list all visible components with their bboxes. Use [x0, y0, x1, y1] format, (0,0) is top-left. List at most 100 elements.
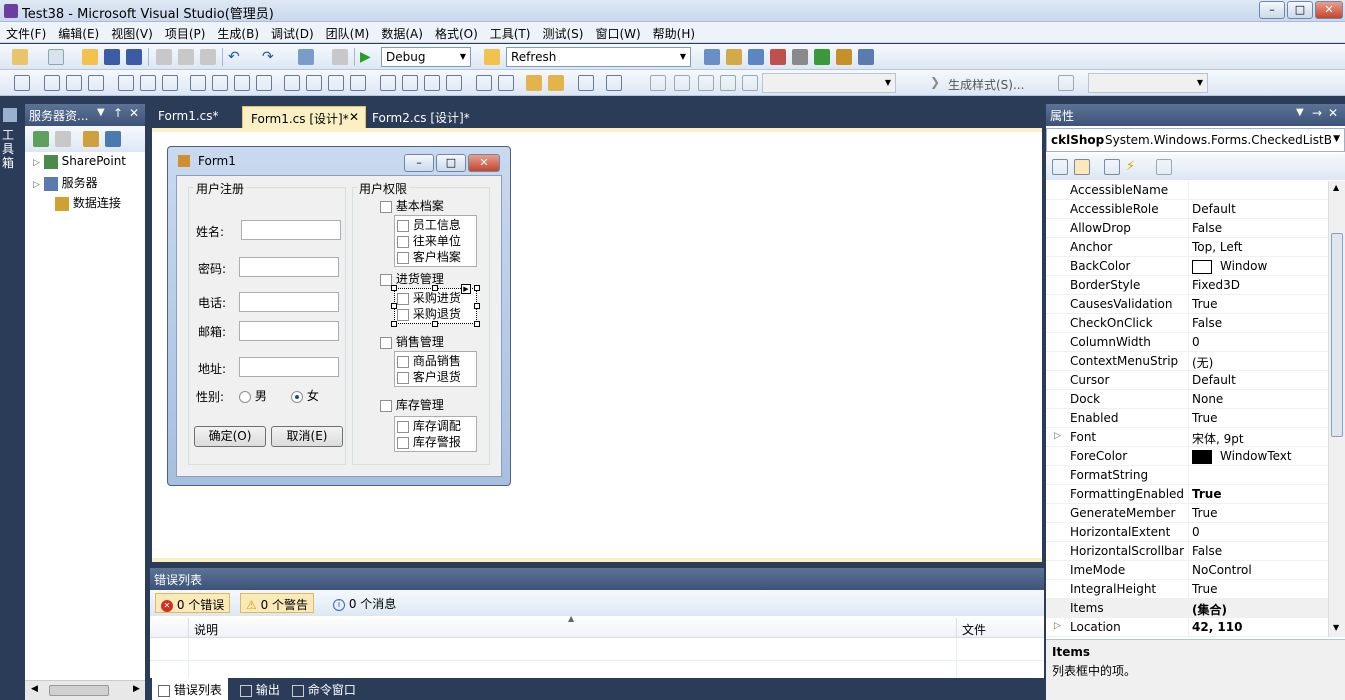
table-row[interactable]: ▷ Font 宋体, 9pt	[1046, 428, 1328, 447]
alphabetical-icon[interactable]	[1074, 159, 1090, 175]
size-to-grid-icon[interactable]	[212, 75, 228, 91]
form1-window[interactable]: Form1 – □ ✕ 用户注册 姓名: 密码: 电话: 邮箱: 地址: 性别:…	[167, 146, 511, 486]
checkbox-basic-archive[interactable]: 基本档案	[380, 197, 444, 214]
increase-spacing-icon[interactable]	[306, 75, 322, 91]
object-browser-icon[interactable]	[748, 49, 764, 65]
chevron-down-icon[interactable]: ▼	[1296, 107, 1304, 118]
class-view-icon[interactable]	[836, 49, 852, 65]
tree-item-data-connections[interactable]: 数据连接	[55, 194, 121, 211]
pin-icon[interactable]: →	[1312, 106, 1322, 120]
radio-female[interactable]: 女	[291, 387, 319, 404]
tab-error-list[interactable]: 错误列表	[152, 678, 228, 700]
checkbox-icon[interactable]	[397, 436, 409, 449]
open-icon[interactable]	[82, 49, 98, 65]
table-row[interactable]: AccessibleRole Default	[1046, 200, 1328, 219]
table-row[interactable]: BackColor Window	[1046, 257, 1328, 276]
send-to-back-icon[interactable]	[548, 75, 564, 91]
password-input[interactable]	[239, 257, 339, 277]
checkbox-icon[interactable]	[397, 251, 409, 264]
menu-file[interactable]: 文件(F)	[0, 22, 52, 42]
redo-icon[interactable]: ↷	[262, 49, 278, 65]
table-row[interactable]: FormattingEnabled True	[1046, 485, 1328, 504]
table-row[interactable]: Enabled True	[1046, 409, 1328, 428]
tree-item-servers[interactable]: ▷ 服务器	[33, 174, 98, 191]
checked-list-sales[interactable]: 商品销售 客户退货	[394, 351, 477, 387]
navigate-forward-icon[interactable]	[332, 49, 348, 65]
maximize-button[interactable]: □	[1287, 1, 1313, 19]
checkbox-icon[interactable]	[397, 371, 409, 384]
table-row[interactable]: ForeColor WindowText	[1046, 447, 1328, 466]
column-description[interactable]: 说明	[194, 621, 218, 638]
target-rule-select[interactable]: ▼	[762, 73, 896, 93]
list-item[interactable]: 客户退货	[395, 368, 476, 384]
save-all-icon[interactable]	[126, 49, 142, 65]
object-selector[interactable]: cklShop System.Windows.Forms.CheckedList…	[1046, 128, 1345, 152]
events-icon[interactable]: ⚡	[1126, 159, 1142, 175]
table-row[interactable]: Anchor Top, Left	[1046, 238, 1328, 257]
solution-config-select[interactable]: Debug ▼	[381, 47, 471, 67]
block-format-icon[interactable]	[720, 75, 736, 91]
checkbox-stock-mgmt[interactable]: 库存管理	[380, 396, 444, 413]
table-row[interactable]: AllowDrop False	[1046, 219, 1328, 238]
menu-view[interactable]: 视图(V)	[105, 22, 159, 42]
minimize-button[interactable]: –	[1259, 1, 1285, 19]
table-row[interactable]: HorizontalScrollbar False	[1046, 542, 1328, 561]
start-page-icon[interactable]	[814, 49, 830, 65]
table-row[interactable]: ContextMenuStrip (无)	[1046, 352, 1328, 371]
scroll-down-icon[interactable]: ▼	[1333, 623, 1339, 632]
make-same-height-icon[interactable]	[234, 75, 250, 91]
table-row[interactable]: HorizontalExtent 0	[1046, 523, 1328, 542]
menu-tools[interactable]: 工具(T)	[484, 22, 537, 42]
decrease-vspacing-icon[interactable]	[424, 75, 440, 91]
table-row[interactable]: Cursor Default	[1046, 371, 1328, 390]
tree-item-sharepoint[interactable]: ▷ SharePoint	[33, 154, 126, 169]
generate-style-button[interactable]: 生成样式(S)...	[948, 76, 1024, 93]
property-pages-icon[interactable]	[1156, 159, 1172, 175]
properties-view-icon[interactable]	[1104, 159, 1120, 175]
expand-icon[interactable]: ▷	[1054, 431, 1061, 441]
table-row[interactable]: Dock None	[1046, 390, 1328, 409]
close-icon[interactable]: ✕	[129, 106, 139, 120]
expand-icon[interactable]: ▷	[1054, 621, 1061, 631]
table-row[interactable]: FormatString	[1046, 466, 1328, 485]
phone-input[interactable]	[239, 292, 339, 312]
menu-edit[interactable]: 编辑(E)	[52, 22, 105, 42]
address-input[interactable]	[239, 357, 339, 377]
warnings-filter-button[interactable]: ⚠ 0 个警告	[240, 593, 315, 613]
column-file[interactable]: 文件	[962, 621, 986, 638]
menu-data[interactable]: 数据(A)	[375, 22, 429, 42]
command-window-icon[interactable]	[858, 49, 874, 65]
table-row[interactable]: ColumnWidth 0	[1046, 333, 1328, 352]
email-input[interactable]	[239, 321, 339, 341]
messages-filter-button[interactable]: i 0 个消息	[328, 593, 401, 613]
html-design-icon[interactable]	[674, 75, 690, 91]
list-item[interactable]: 库存警报	[395, 433, 476, 449]
checked-list-stock[interactable]: 库存调配 库存警报	[394, 416, 477, 452]
horizontal-scrollbar[interactable]: ◀ ▶	[25, 680, 145, 700]
checkbox-icon[interactable]	[397, 355, 409, 368]
pin-icon[interactable]: ↑	[113, 106, 123, 120]
checkbox-sales-mgmt[interactable]: 销售管理	[380, 333, 444, 350]
decrease-spacing-icon[interactable]	[328, 75, 344, 91]
find-in-files-icon[interactable]	[484, 49, 500, 65]
list-item[interactable]: 客户档案	[395, 248, 476, 264]
checkbox-icon[interactable]	[380, 336, 392, 349]
make-same-size-icon[interactable]	[256, 75, 272, 91]
new-project-icon[interactable]	[12, 49, 28, 65]
vertical-spacing-icon[interactable]	[380, 75, 396, 91]
tab-output[interactable]: 输出	[234, 678, 286, 700]
checkbox-icon[interactable]	[380, 399, 392, 412]
cancel-button[interactable]: 取消(E)	[271, 426, 343, 447]
stop-icon[interactable]	[55, 131, 71, 147]
align-bottoms-icon[interactable]	[162, 75, 178, 91]
checkbox-icon[interactable]	[380, 273, 392, 286]
radio-female-button[interactable]	[291, 390, 303, 403]
make-same-width-icon[interactable]	[190, 75, 206, 91]
increase-vspacing-icon[interactable]	[402, 75, 418, 91]
refresh-icon[interactable]	[33, 131, 49, 147]
copy-icon[interactable]	[178, 49, 194, 65]
center-horizontally-icon[interactable]	[476, 75, 492, 91]
tab-command-window[interactable]: 命令窗口	[286, 678, 362, 700]
chevron-down-icon[interactable]: ▼	[97, 107, 105, 118]
undo-icon[interactable]: ↶	[228, 49, 244, 65]
